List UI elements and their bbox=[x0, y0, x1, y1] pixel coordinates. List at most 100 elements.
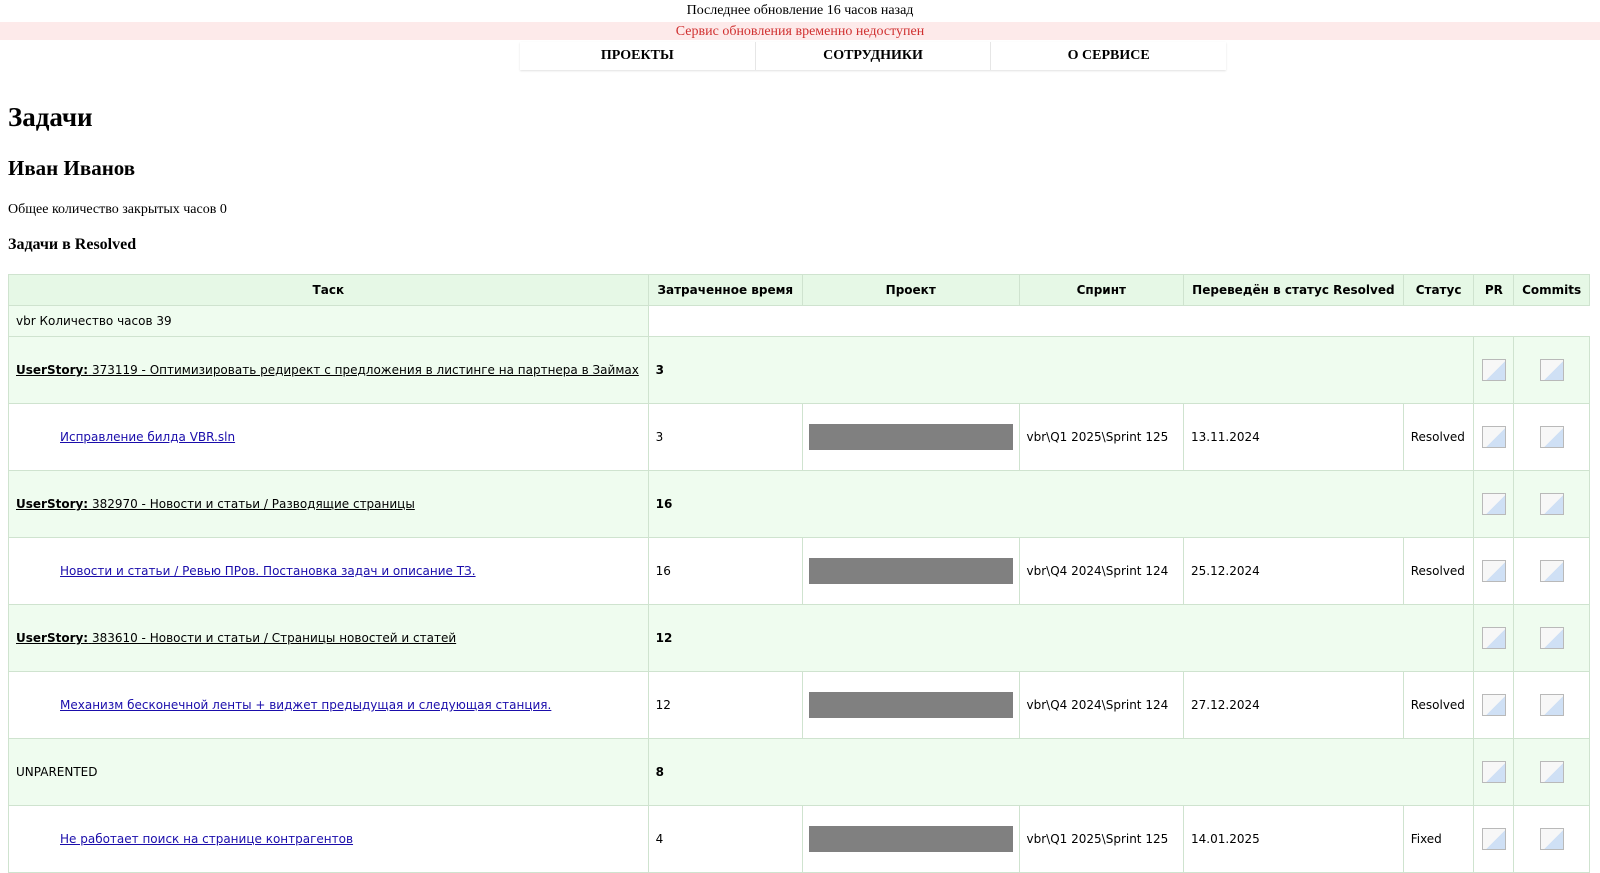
time-cell: 12 bbox=[647, 671, 803, 739]
table-row: Механизм бесконечной ленты + виджет пред… bbox=[8, 671, 1590, 739]
sprint-cell: vbr\Q4 2024\Sprint 124 bbox=[1018, 537, 1185, 605]
pr-broken-image-icon[interactable] bbox=[1481, 359, 1506, 381]
resolved-date-cell: 14.01.2025 bbox=[1183, 805, 1404, 873]
page-title: Задачи bbox=[8, 102, 93, 132]
pr-broken-image-icon[interactable] bbox=[1481, 828, 1506, 850]
commits-broken-image-icon[interactable] bbox=[1539, 761, 1564, 783]
col-header-time: Затраченное время bbox=[647, 274, 803, 306]
commits-cell bbox=[1513, 403, 1590, 471]
commits-broken-image-icon[interactable] bbox=[1539, 627, 1564, 649]
user-story-cell: UserStory: 373119 - Оптимизировать редир… bbox=[8, 336, 649, 404]
commits-broken-image-icon[interactable] bbox=[1539, 493, 1564, 515]
time-cell: 16 bbox=[647, 537, 803, 605]
nav-employees[interactable]: СОТРУДНИКИ bbox=[756, 42, 992, 70]
commits-broken-image-icon[interactable] bbox=[1539, 828, 1564, 850]
pr-cell bbox=[1473, 403, 1515, 471]
time-cell: 12 bbox=[647, 604, 1475, 672]
commits-broken-image-icon[interactable] bbox=[1539, 426, 1564, 448]
project-cell bbox=[801, 671, 1020, 739]
time-cell: 3 bbox=[647, 403, 803, 471]
pr-broken-image-icon[interactable] bbox=[1481, 694, 1506, 716]
project-cell bbox=[801, 403, 1020, 471]
commits-broken-image-icon[interactable] bbox=[1539, 359, 1564, 381]
redacted-block bbox=[808, 692, 1013, 718]
task-cell: Исправление билда VBR.sln bbox=[8, 403, 649, 471]
task-link[interactable]: Механизм бесконечной ленты + виджет пред… bbox=[60, 698, 551, 712]
redacted-block bbox=[808, 826, 1013, 852]
pr-cell bbox=[1473, 336, 1515, 404]
pr-cell bbox=[1473, 671, 1515, 739]
table-row: Не работает поиск на странице контрагент… bbox=[8, 805, 1590, 873]
commits-cell bbox=[1513, 805, 1590, 873]
commits-cell bbox=[1513, 671, 1590, 739]
col-header-sprint: Спринт bbox=[1018, 274, 1185, 306]
sprint-cell: vbr\Q1 2025\Sprint 125 bbox=[1018, 403, 1185, 471]
task-link[interactable]: Новости и статьи / Ревью ПРов. Постановк… bbox=[60, 564, 476, 578]
task-link[interactable]: Исправление билда VBR.sln bbox=[60, 430, 235, 444]
resolved-date-cell: 13.11.2024 bbox=[1183, 403, 1404, 471]
col-header-project: Проект bbox=[801, 274, 1020, 306]
last-update-text: Последнее обновление 16 часов назад bbox=[686, 3, 914, 18]
nav-about[interactable]: О СЕРВИСЕ bbox=[991, 42, 1226, 70]
table-row: UNPARENTED 8 bbox=[8, 738, 1590, 806]
col-header-task: Таск bbox=[8, 274, 649, 306]
project-cell bbox=[801, 537, 1020, 605]
col-header-commits: Commits bbox=[1513, 274, 1590, 306]
user-name: Иван Иванов bbox=[8, 156, 136, 180]
task-cell: Не работает поиск на странице контрагент… bbox=[8, 805, 649, 873]
table-row: UserStory: 373119 - Оптимизировать редир… bbox=[8, 336, 1590, 404]
pr-broken-image-icon[interactable] bbox=[1481, 627, 1506, 649]
col-header-resolved-date: Переведён в статус Resolved bbox=[1183, 274, 1404, 306]
pr-broken-image-icon[interactable] bbox=[1481, 426, 1506, 448]
user-story-link[interactable]: UserStory: 373119 - Оптимизировать редир… bbox=[16, 363, 639, 377]
table-row: Новости и статьи / Ревью ПРов. Постановк… bbox=[8, 537, 1590, 605]
pr-cell bbox=[1473, 470, 1515, 538]
section-title: Задачи в Resolved bbox=[8, 236, 137, 253]
table-row: UserStory: 382970 - Новости и статьи / Р… bbox=[8, 470, 1590, 538]
pr-cell bbox=[1473, 805, 1515, 873]
commits-broken-image-icon[interactable] bbox=[1539, 560, 1564, 582]
pr-broken-image-icon[interactable] bbox=[1481, 761, 1506, 783]
resolved-date-cell: 25.12.2024 bbox=[1183, 537, 1404, 605]
main-nav: ПРОЕКТЫ СОТРУДНИКИ О СЕРВИСЕ bbox=[520, 42, 1226, 70]
redacted-block bbox=[808, 558, 1013, 584]
status-cell: Resolved bbox=[1402, 403, 1475, 471]
time-cell: 3 bbox=[647, 336, 1475, 404]
task-cell: Механизм бесконечной ленты + виджет пред… bbox=[8, 671, 649, 739]
user-story-cell: UserStory: 382970 - Новости и статьи / Р… bbox=[8, 470, 649, 538]
task-cell: Новости и статьи / Ревью ПРов. Постановк… bbox=[8, 537, 649, 605]
commits-broken-image-icon[interactable] bbox=[1539, 694, 1564, 716]
sprint-cell: vbr\Q1 2025\Sprint 125 bbox=[1018, 805, 1185, 873]
commits-cell bbox=[1513, 470, 1590, 538]
table-row: UserStory: 383610 - Новости и статьи / С… bbox=[8, 604, 1590, 672]
project-subheader-row: vbr Количество часов 39 bbox=[8, 305, 1590, 337]
commits-cell bbox=[1513, 537, 1590, 605]
status-cell: Fixed bbox=[1402, 805, 1475, 873]
sprint-cell: vbr\Q4 2024\Sprint 124 bbox=[1018, 671, 1185, 739]
time-cell: 4 bbox=[647, 805, 803, 873]
time-cell: 16 bbox=[647, 470, 1475, 538]
tasks-table: Таск Затраченное время Проект Спринт Пер… bbox=[8, 274, 1590, 873]
project-hours-label: vbr Количество часов 39 bbox=[8, 305, 649, 337]
redacted-block bbox=[808, 424, 1013, 450]
pr-broken-image-icon[interactable] bbox=[1481, 493, 1506, 515]
pr-cell bbox=[1473, 604, 1515, 672]
user-story-link[interactable]: UserStory: 382970 - Новости и статьи / Р… bbox=[16, 497, 415, 511]
table-row: Исправление билда VBR.sln 3 vbr\Q1 2025\… bbox=[8, 403, 1590, 471]
task-link[interactable]: Не работает поиск на странице контрагент… bbox=[60, 832, 353, 846]
status-cell: Resolved bbox=[1402, 537, 1475, 605]
col-header-pr: PR bbox=[1473, 274, 1515, 306]
resolved-date-cell: 27.12.2024 bbox=[1183, 671, 1404, 739]
user-story-link[interactable]: UserStory: 383610 - Новости и статьи / С… bbox=[16, 631, 456, 645]
unparented-cell: UNPARENTED bbox=[8, 738, 649, 806]
pr-broken-image-icon[interactable] bbox=[1481, 560, 1506, 582]
nav-projects[interactable]: ПРОЕКТЫ bbox=[520, 42, 756, 70]
project-cell bbox=[801, 805, 1020, 873]
pr-cell bbox=[1473, 537, 1515, 605]
status-cell: Resolved bbox=[1402, 671, 1475, 739]
time-cell: 8 bbox=[647, 738, 1475, 806]
commits-cell bbox=[1513, 738, 1590, 806]
user-story-cell: UserStory: 383610 - Новости и статьи / С… bbox=[8, 604, 649, 672]
col-header-status: Статус bbox=[1402, 274, 1475, 306]
table-header-row: Таск Затраченное время Проект Спринт Пер… bbox=[8, 274, 1590, 306]
